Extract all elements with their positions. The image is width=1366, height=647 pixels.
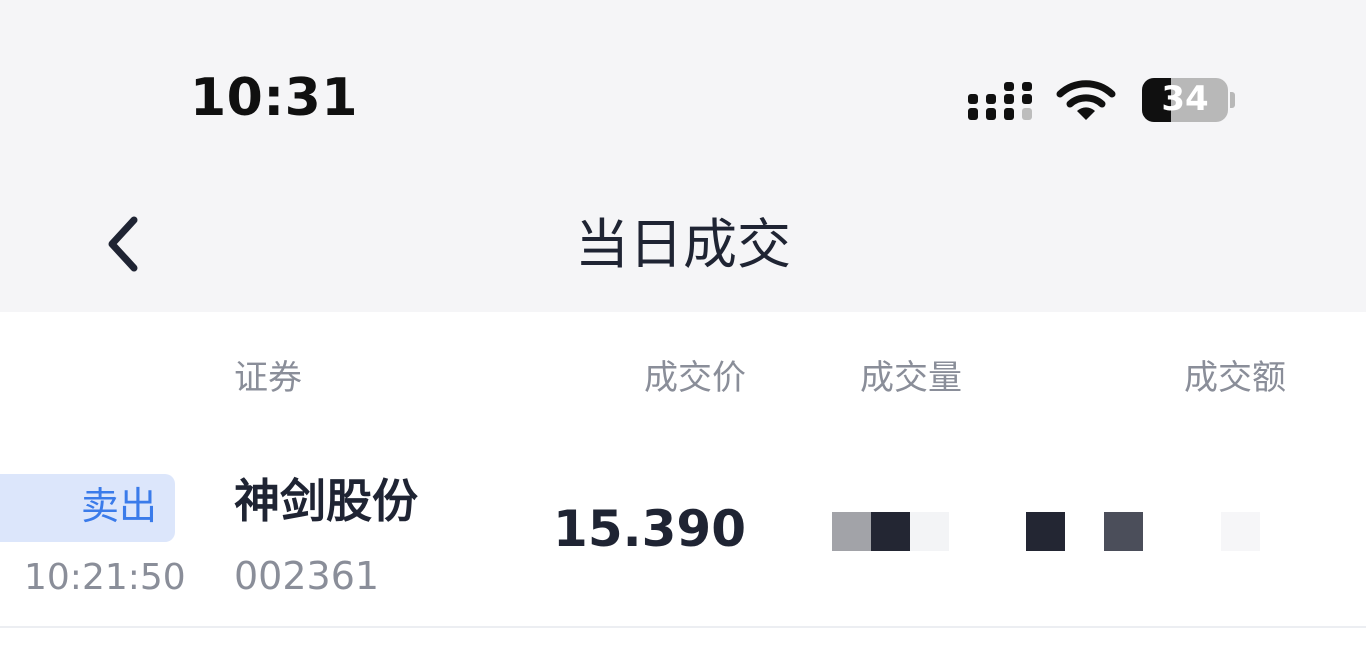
status-icons: 34 bbox=[968, 76, 1248, 124]
column-header-volume: 成交量 bbox=[860, 358, 962, 398]
wifi-icon bbox=[1056, 80, 1116, 120]
column-header-price: 成交价 bbox=[644, 358, 746, 398]
battery-icon: 34 bbox=[1142, 76, 1235, 124]
chevron-left-icon bbox=[108, 216, 138, 272]
column-header-amount: 成交额 bbox=[1184, 358, 1286, 398]
sell-badge-label: 卖出 bbox=[80, 484, 157, 528]
mosaic-block bbox=[871, 512, 910, 551]
trade-amount-obscured bbox=[1026, 512, 1260, 551]
header-area: 10:31 34 当日成交 bbox=[0, 0, 1366, 312]
battery-level: 34 bbox=[1161, 79, 1209, 119]
column-header-security: 证券 bbox=[234, 358, 302, 398]
mosaic-block bbox=[1026, 512, 1065, 551]
signal-icon bbox=[968, 82, 1032, 120]
trade-row[interactable]: 卖出 10:21:50 神剑股份 002361 15.390 bbox=[0, 440, 1366, 628]
trade-volume-obscured bbox=[832, 512, 988, 551]
mosaic-block bbox=[832, 512, 871, 551]
security-code: 002361 bbox=[234, 554, 380, 598]
back-button[interactable] bbox=[96, 210, 152, 278]
battery-body: 34 bbox=[1142, 78, 1228, 122]
trade-price: 15.390 bbox=[553, 500, 746, 558]
status-time: 10:31 bbox=[190, 68, 359, 128]
mosaic-block bbox=[1221, 512, 1260, 551]
mosaic-block bbox=[1104, 512, 1143, 551]
row-divider bbox=[0, 626, 1366, 628]
page-title: 当日成交 bbox=[575, 213, 791, 276]
trade-time: 10:21:50 bbox=[24, 557, 186, 598]
security-name[interactable]: 神剑股份 bbox=[234, 476, 418, 527]
sell-badge[interactable]: 卖出 bbox=[0, 474, 175, 542]
battery-cap bbox=[1230, 92, 1235, 108]
mosaic-block bbox=[910, 512, 949, 551]
